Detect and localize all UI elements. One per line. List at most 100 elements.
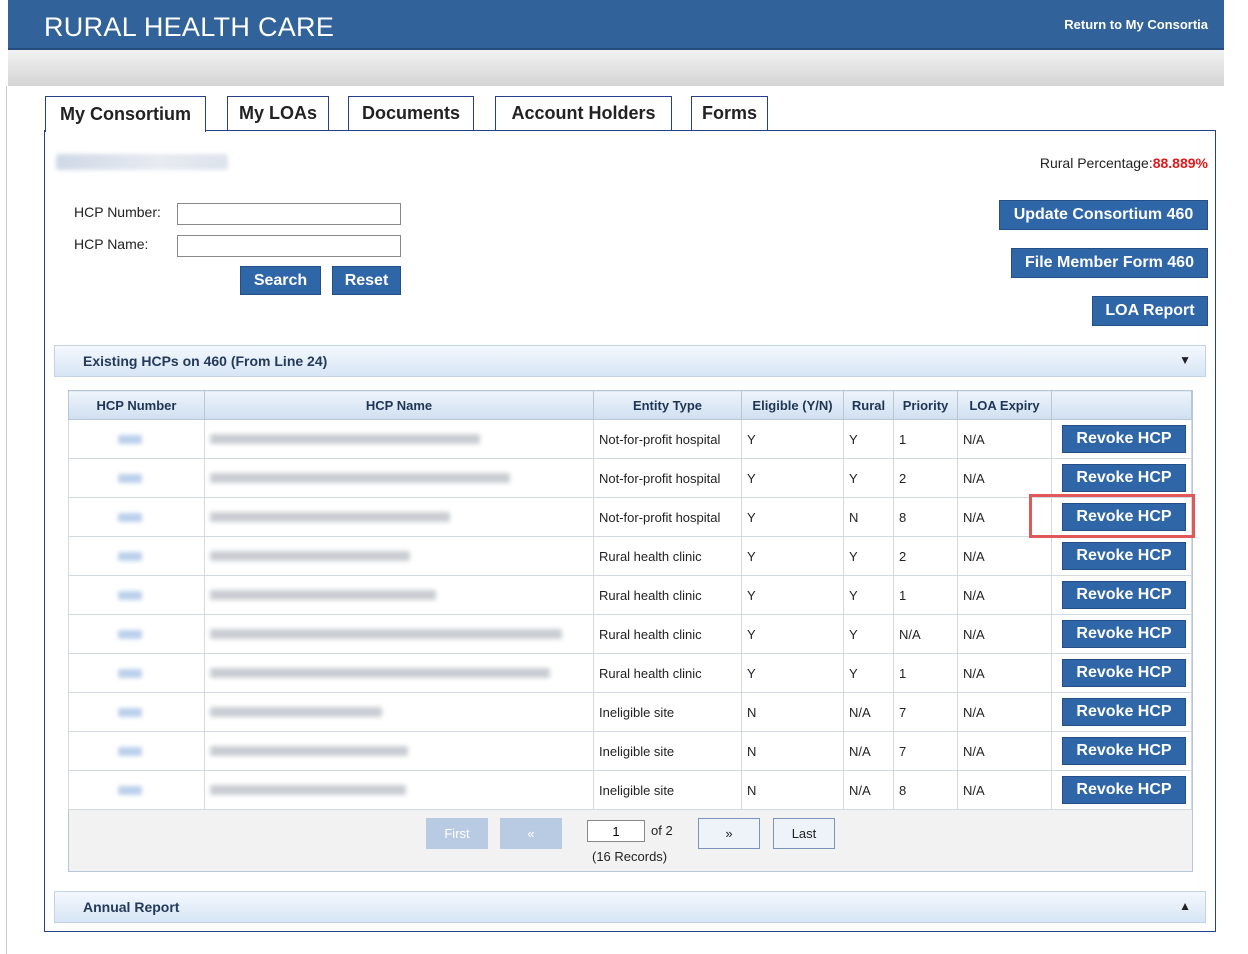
eligible-cell: N: [741, 692, 844, 732]
revoke-hcp-button[interactable]: Revoke HCP: [1062, 776, 1186, 804]
hcp-name-redacted: [210, 706, 382, 717]
hcp-name-redacted: [210, 511, 450, 522]
hcp-number-cell[interactable]: [68, 653, 205, 693]
eligible-cell: Y: [741, 614, 844, 654]
column-header-eligible[interactable]: Eligible (Y/N): [741, 390, 844, 420]
hcp-number-redacted[interactable]: [118, 512, 142, 522]
hcp-number-input[interactable]: [177, 203, 401, 225]
hcp-number-cell[interactable]: [68, 497, 205, 537]
column-header-hcp-number[interactable]: HCP Number: [68, 390, 205, 420]
column-header-priority[interactable]: Priority: [893, 390, 958, 420]
hcp-number-redacted[interactable]: [118, 551, 142, 561]
hcp-number-cell[interactable]: [68, 614, 205, 654]
revoke-hcp-button[interactable]: Revoke HCP: [1062, 425, 1186, 453]
loa-expiry-cell: N/A: [957, 458, 1052, 498]
hcp-number-cell[interactable]: [68, 536, 205, 576]
eligible-cell: N: [741, 770, 844, 810]
column-header-loa-expiry[interactable]: LOA Expiry: [957, 390, 1052, 420]
hcp-name-cell: [204, 497, 594, 537]
return-to-consortia-link[interactable]: Return to My Consortia: [1064, 17, 1208, 32]
priority-cell: N/A: [893, 614, 958, 654]
double-chevron-down-icon[interactable]: ▼︎: [1179, 353, 1191, 367]
tab-forms[interactable]: Forms: [691, 96, 768, 130]
rural-cell: Y: [843, 458, 894, 498]
column-header-actions: [1051, 390, 1192, 420]
column-header-rural[interactable]: Rural: [843, 390, 894, 420]
tab-my-loas[interactable]: My LOAs: [227, 96, 329, 130]
file-member-form-460-button[interactable]: File Member Form 460: [1011, 248, 1208, 278]
hcp-number-cell[interactable]: [68, 575, 205, 615]
action-cell: Revoke HCP: [1051, 692, 1192, 732]
entity-type-cell: Not-for-profit hospital: [593, 419, 742, 459]
hcp-number-redacted[interactable]: [118, 590, 142, 600]
hcp-number-redacted[interactable]: [118, 707, 142, 717]
priority-cell: 7: [893, 731, 958, 771]
action-cell: Revoke HCP: [1051, 575, 1192, 615]
hcp-name-redacted: [210, 472, 510, 483]
existing-hcps-title: Existing HCPs on 460 (From Line 24): [83, 353, 328, 369]
entity-type-cell: Rural health clinic: [593, 536, 742, 576]
pager-next-button[interactable]: »: [698, 818, 760, 849]
hcp-number-cell[interactable]: [68, 419, 205, 459]
tab-my-consortium[interactable]: My Consortium: [45, 96, 206, 132]
revoke-hcp-button[interactable]: Revoke HCP: [1062, 659, 1186, 687]
action-cell: Revoke HCP: [1051, 731, 1192, 771]
loa-expiry-cell: N/A: [957, 692, 1052, 732]
pager-last-button[interactable]: Last: [773, 818, 835, 849]
double-chevron-up-icon[interactable]: ▲︎: [1179, 899, 1191, 913]
hcp-name-redacted: [210, 550, 410, 561]
annual-report-section-header[interactable]: Annual Report ▲︎: [54, 891, 1206, 923]
update-consortium-460-button[interactable]: Update Consortium 460: [999, 200, 1208, 230]
table-row: Not-for-profit hospital Y Y 2 N/A Revoke HCP: [68, 458, 1192, 498]
page-number-input[interactable]: [587, 820, 645, 842]
tab-documents[interactable]: Documents: [348, 96, 474, 130]
hcp-number-redacted[interactable]: [118, 746, 142, 756]
table-row: Rural health clinic Y Y 1 N/A Revoke HCP: [68, 575, 1192, 615]
loa-expiry-cell: N/A: [957, 614, 1052, 654]
hcp-number-label: HCP Number:: [74, 204, 161, 220]
hcp-number-cell[interactable]: [68, 731, 205, 771]
pager-prev-button[interactable]: «: [500, 818, 562, 849]
eligible-cell: Y: [741, 653, 844, 693]
action-cell: Revoke HCP: [1051, 770, 1192, 810]
revoke-hcp-button[interactable]: Revoke HCP: [1062, 698, 1186, 726]
rural-percentage-value: 88.889%: [1152, 155, 1208, 171]
hcp-name-cell: [204, 731, 594, 771]
revoke-hcp-button[interactable]: Revoke HCP: [1062, 620, 1186, 648]
tab-account-holders[interactable]: Account Holders: [495, 96, 672, 130]
eligible-cell: Y: [741, 419, 844, 459]
hcp-name-input[interactable]: [177, 235, 401, 257]
page-count-text: of 2: [651, 823, 673, 838]
hcp-number-cell[interactable]: [68, 770, 205, 810]
hcp-number-cell[interactable]: [68, 692, 205, 732]
pager-first-button[interactable]: First: [426, 818, 488, 849]
hcp-number-redacted[interactable]: [118, 785, 142, 795]
rural-percentage-label: Rural Percentage:: [1039, 155, 1153, 171]
revoke-hcp-button[interactable]: Revoke HCP: [1062, 464, 1186, 492]
hcp-number-redacted[interactable]: [118, 668, 142, 678]
revoke-hcp-button[interactable]: Revoke HCP: [1062, 503, 1186, 531]
loa-report-button[interactable]: LOA Report: [1092, 296, 1208, 326]
rural-cell: Y: [843, 653, 894, 693]
hcp-number-redacted[interactable]: [118, 629, 142, 639]
hcp-name-redacted: [210, 784, 406, 795]
hcp-name-redacted: [210, 433, 480, 444]
hcp-name-cell: [204, 614, 594, 654]
entity-type-cell: Ineligible site: [593, 692, 742, 732]
reset-button[interactable]: Reset: [332, 266, 401, 295]
hcp-number-redacted[interactable]: [118, 434, 142, 444]
table-row: Ineligible site N N/A 7 N/A Revoke HCP: [68, 692, 1192, 732]
search-button[interactable]: Search: [240, 266, 321, 295]
rural-cell: Y: [843, 536, 894, 576]
revoke-hcp-button[interactable]: Revoke HCP: [1062, 542, 1186, 570]
revoke-hcp-button[interactable]: Revoke HCP: [1062, 737, 1186, 765]
column-header-hcp-name[interactable]: HCP Name: [204, 390, 594, 420]
hcp-number-cell[interactable]: [68, 458, 205, 498]
column-header-entity-type[interactable]: Entity Type: [593, 390, 742, 420]
rural-cell: Y: [843, 419, 894, 459]
brand-title: RURAL HEALTH CARE: [44, 12, 335, 42]
revoke-hcp-button[interactable]: Revoke HCP: [1062, 581, 1186, 609]
hcp-number-redacted[interactable]: [118, 473, 142, 483]
existing-hcps-section-header[interactable]: Existing HCPs on 460 (From Line 24) ▼︎: [54, 345, 1206, 377]
hcp-name-redacted: [210, 628, 562, 639]
